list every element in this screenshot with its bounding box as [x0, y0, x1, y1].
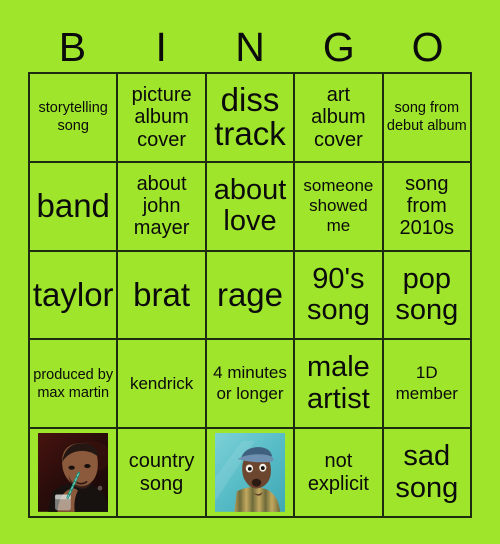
- bingo-cell[interactable]: taylor: [30, 251, 119, 341]
- bingo-cell[interactable]: diss track: [206, 74, 296, 163]
- bingo-cell-label: storytelling song: [38, 100, 108, 135]
- bingo-cell[interactable]: country song: [118, 429, 207, 518]
- bingo-cell[interactable]: male artist: [295, 340, 384, 430]
- bingo-cell[interactable]: someone showed me: [295, 162, 384, 252]
- header-letter-i-text: I: [155, 23, 167, 70]
- bingo-cell[interactable]: 4 minutes or longer: [206, 340, 296, 430]
- header-letter-b: B: [28, 22, 117, 72]
- bingo-cell-label: diss track: [214, 80, 286, 153]
- bingo-cell-label: 4 minutes or longer: [213, 363, 287, 403]
- bingo-cell[interactable]: storytelling song: [30, 74, 119, 163]
- bingo-cell-label: rage: [216, 275, 284, 313]
- bingo-cell[interactable]: [206, 429, 296, 518]
- bingo-cell[interactable]: song from debut album: [383, 74, 472, 163]
- bingo-cell[interactable]: about john mayer: [118, 162, 207, 252]
- header-letter-n-text: N: [235, 23, 265, 70]
- header-letter-o-text: O: [411, 23, 444, 70]
- bingo-cell[interactable]: picture album cover: [118, 74, 207, 163]
- bingo-cell-label: 1D member: [395, 363, 458, 403]
- bingo-cell[interactable]: pop song: [383, 251, 472, 341]
- bingo-cell[interactable]: sad song: [383, 429, 472, 518]
- bingo-cell[interactable]: 1D member: [383, 340, 472, 430]
- bingo-cell-label: picture album cover: [131, 83, 192, 151]
- bingo-cell[interactable]: produced by max martin: [30, 340, 119, 430]
- header-letter-n: N: [206, 22, 295, 72]
- bingo-cell-label: song from debut album: [386, 100, 467, 135]
- header-letter-g-text: G: [322, 23, 355, 70]
- bingo-cell[interactable]: rage: [206, 251, 296, 341]
- bingo-cell[interactable]: song from 2010s: [383, 162, 472, 252]
- bingo-cell-label: band: [36, 186, 110, 224]
- header-letter-b-text: B: [58, 23, 87, 70]
- bingo-cell[interactable]: [30, 429, 119, 518]
- bingo-grid: storytelling song picture album cover diss…: [28, 72, 472, 518]
- bingo-cell-label: male artist: [306, 351, 370, 415]
- bingo-cell-label: song from 2010s: [399, 172, 455, 240]
- bingo-cell-label: someone showed me: [303, 175, 374, 236]
- bingo-cell-label: sad song: [395, 440, 459, 504]
- bingo-cell-label: art album cover: [311, 83, 366, 151]
- header-letter-i: I: [117, 22, 206, 72]
- header-letter-g: G: [294, 22, 383, 72]
- bingo-cell[interactable]: 90's song: [295, 251, 384, 341]
- bingo-cell[interactable]: kendrick: [118, 340, 207, 430]
- bingo-cell-label: about love: [213, 173, 287, 238]
- bingo-cell-label: brat: [133, 275, 191, 313]
- bingo-cell[interactable]: band: [30, 162, 119, 252]
- bingo-cell-label: not explicit: [307, 450, 369, 495]
- tyler-photo-icon: [214, 433, 286, 512]
- bingo-cell-label: produced by max martin: [33, 366, 114, 401]
- bingo-cell-label: kendrick: [129, 373, 194, 393]
- bingo-cell[interactable]: brat: [118, 251, 207, 341]
- bingo-cell-label: 90's song: [306, 262, 370, 326]
- bingo-cell-label: country song: [128, 450, 195, 495]
- bingo-cell-label: pop song: [395, 262, 459, 326]
- drake-photo-icon: [38, 433, 109, 512]
- header-letter-o: O: [383, 22, 472, 72]
- bingo-cell-label: about john mayer: [133, 172, 190, 240]
- bingo-cell-label: taylor: [32, 275, 114, 313]
- bingo-cell[interactable]: art album cover: [295, 74, 384, 163]
- bingo-header-row: B I N G O: [28, 22, 472, 72]
- bingo-cell[interactable]: about love: [206, 162, 296, 252]
- bingo-card: B I N G O storytelling song picture album…: [0, 0, 500, 544]
- bingo-cell[interactable]: not explicit: [295, 429, 384, 518]
